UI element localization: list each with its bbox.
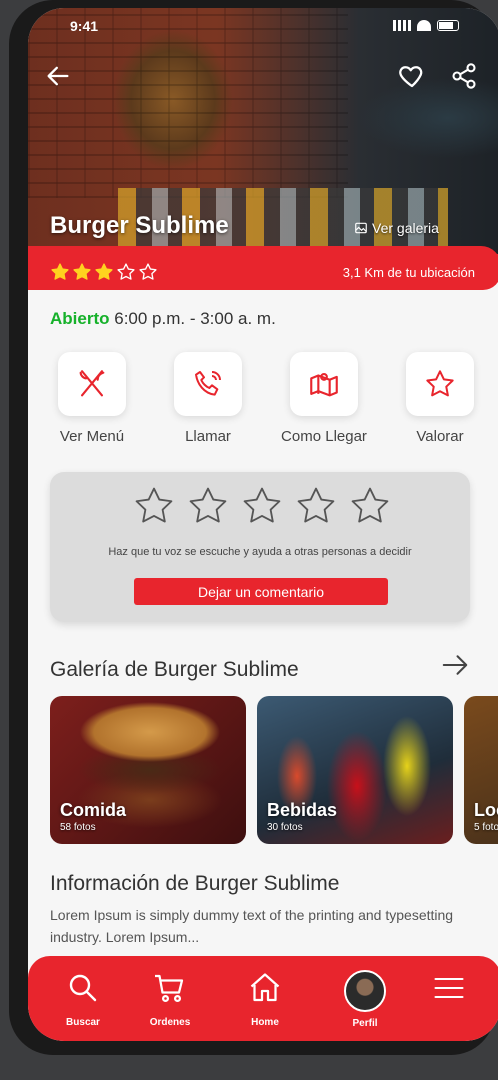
nav-search-label: Buscar bbox=[66, 1017, 100, 1028]
nav-home-label: Home bbox=[251, 1017, 279, 1028]
open-status: Abierto bbox=[50, 309, 110, 328]
info-text: Lorem Ipsum is simply dummy text of the … bbox=[50, 907, 454, 945]
gallery-card-drinks[interactable]: Bebidas 30 fotos bbox=[257, 696, 453, 844]
view-menu-tile bbox=[58, 352, 126, 416]
card-count: 5 fotos bbox=[474, 822, 498, 833]
directions-tile bbox=[290, 352, 358, 416]
star-outline-icon bbox=[117, 263, 135, 280]
call-label: Llamar bbox=[185, 428, 231, 445]
menu-icon bbox=[434, 977, 464, 999]
cart-icon bbox=[155, 974, 184, 1003]
rate-tile bbox=[406, 352, 474, 416]
star-outline-icon bbox=[139, 263, 157, 280]
call-button[interactable]: Llamar bbox=[152, 352, 264, 445]
avatar bbox=[344, 970, 386, 1012]
nav-orders-label: Ordenes bbox=[149, 1017, 191, 1028]
share-button[interactable] bbox=[446, 58, 482, 94]
star-filled-icon bbox=[51, 263, 69, 280]
action-buttons: Ver Menú Llamar Como Llegar Valorar bbox=[36, 352, 496, 445]
review-star-icon[interactable] bbox=[294, 484, 338, 528]
heart-icon bbox=[399, 66, 423, 88]
battery-icon bbox=[437, 20, 459, 31]
arrow-right-icon bbox=[442, 655, 468, 675]
star-icon bbox=[426, 370, 454, 397]
view-gallery-link[interactable]: Ver galeria bbox=[354, 220, 439, 236]
gallery-card-food[interactable]: Comida 58 fotos bbox=[50, 696, 246, 844]
star-filled-icon bbox=[95, 263, 113, 280]
card-count: 30 fotos bbox=[267, 822, 303, 833]
review-prompt: Haz que tu voz se escuche y ayuda a otra… bbox=[108, 546, 412, 558]
utensils-icon bbox=[79, 370, 105, 397]
review-star-icon[interactable] bbox=[240, 484, 284, 528]
signal-icon bbox=[393, 20, 411, 31]
directions-label: Como Llegar bbox=[281, 428, 367, 445]
view-menu-button[interactable]: Ver Menú bbox=[36, 352, 148, 445]
nav-home[interactable]: Home bbox=[228, 970, 302, 1028]
nav-orders[interactable]: Ordenes bbox=[133, 970, 207, 1028]
star-filled-icon bbox=[73, 263, 91, 280]
nav-search[interactable]: Buscar bbox=[46, 970, 120, 1028]
card-name: Comida bbox=[60, 800, 127, 820]
nav-menu[interactable] bbox=[412, 970, 486, 1011]
review-star-icon[interactable] bbox=[348, 484, 392, 528]
review-star-icon[interactable] bbox=[132, 484, 176, 528]
hours-text: 6:00 p.m. - 3:00 a. m. bbox=[114, 309, 276, 328]
card-name: Bebidas bbox=[267, 800, 338, 820]
rating-stars bbox=[50, 262, 158, 282]
restaurant-title: Burger Sublime bbox=[50, 212, 229, 239]
back-button[interactable] bbox=[40, 58, 76, 94]
phone-frame: 9:41 Burger Sublime Ver galeria 3,1 Km d… bbox=[9, 0, 498, 1055]
gallery-next-button[interactable] bbox=[438, 648, 472, 682]
view-menu-label: Ver Menú bbox=[59, 428, 125, 445]
card-name: Loc bbox=[474, 800, 498, 820]
rate-label: Valorar bbox=[416, 428, 464, 445]
search-icon bbox=[69, 974, 97, 1002]
image-icon bbox=[355, 222, 367, 234]
info-title: Información de Burger Sublime bbox=[50, 872, 340, 895]
status-icons bbox=[393, 20, 459, 31]
review-star-icon[interactable] bbox=[186, 484, 230, 528]
nav-profile-label: Perfil bbox=[352, 1018, 378, 1029]
status-time: 9:41 bbox=[70, 18, 99, 34]
brick-wall-texture bbox=[28, 8, 348, 198]
directions-button[interactable]: Como Llegar bbox=[268, 352, 380, 445]
leave-comment-button[interactable]: Dejar un comentario bbox=[134, 578, 388, 605]
bottom-nav: Buscar Ordenes Home Perfil bbox=[28, 956, 498, 1041]
card-count: 58 fotos bbox=[60, 822, 96, 833]
review-stars bbox=[132, 484, 392, 528]
home-icon bbox=[250, 973, 280, 1002]
map-icon bbox=[310, 373, 338, 397]
app-screen: 9:41 Burger Sublime Ver galeria 3,1 Km d… bbox=[28, 8, 498, 1041]
view-gallery-label: Ver galeria bbox=[372, 220, 439, 236]
gallery-carousel: Comida 58 fotos Bebidas 30 fotos Loc 5 f… bbox=[50, 696, 498, 846]
call-tile bbox=[174, 352, 242, 416]
wifi-icon bbox=[417, 20, 431, 31]
arrow-left-icon bbox=[47, 66, 69, 86]
phone-icon bbox=[195, 371, 221, 396]
share-icon bbox=[452, 63, 476, 89]
favorite-button[interactable] bbox=[394, 58, 430, 94]
gallery-card-location[interactable]: Loc 5 fotos bbox=[464, 696, 498, 844]
review-card: Haz que tu voz se escuche y ayuda a otra… bbox=[50, 472, 470, 622]
gallery-title: Galería de Burger Sublime bbox=[50, 658, 299, 681]
nav-profile[interactable]: Perfil bbox=[328, 970, 402, 1029]
opening-hours: Abierto 6:00 p.m. - 3:00 a. m. bbox=[50, 309, 276, 329]
distance-text: 3,1 Km de tu ubicación bbox=[342, 265, 475, 280]
rate-button[interactable]: Valorar bbox=[384, 352, 496, 445]
